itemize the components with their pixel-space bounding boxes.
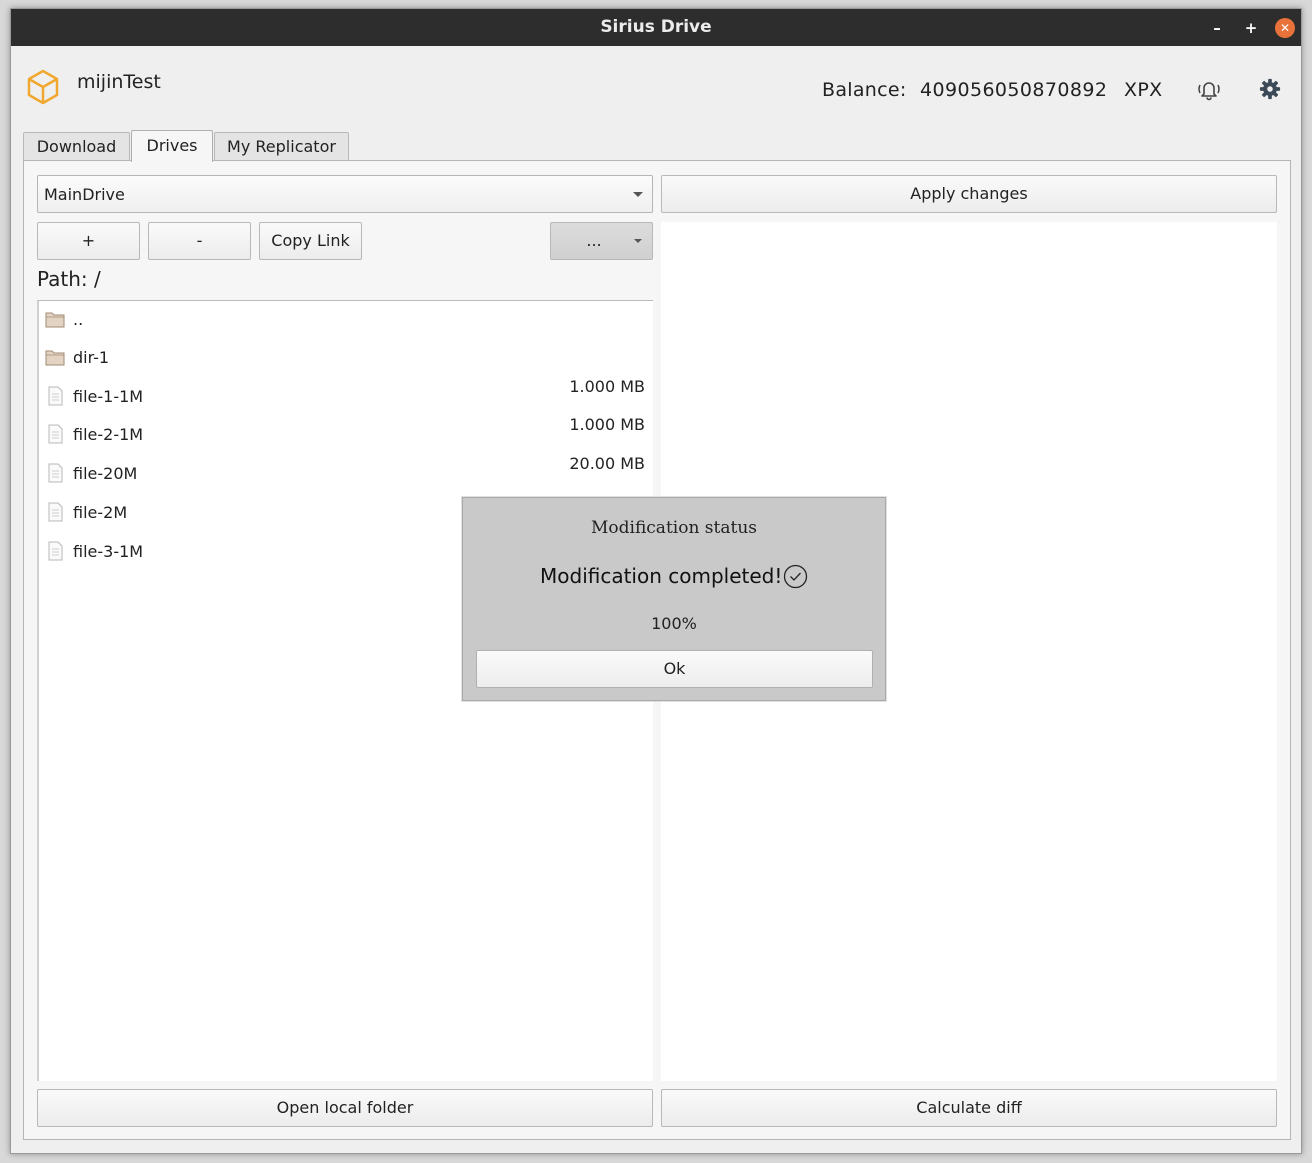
folder-icon — [45, 312, 65, 328]
file-name: dir-1 — [73, 348, 110, 367]
chevron-down-icon — [633, 192, 643, 197]
tab-my-replicator[interactable]: My Replicator — [214, 132, 349, 161]
list-item[interactable]: .. — [39, 301, 651, 339]
tab-download[interactable]: Download — [23, 132, 130, 161]
list-item[interactable]: file-20M 20.00 MB — [39, 454, 651, 493]
modification-status-dialog: Modification status Modification complet… — [462, 497, 886, 701]
balance-label: Balance: — [822, 79, 907, 101]
window-title: Sirius Drive — [600, 17, 712, 37]
balance-value: 409056050870892 — [920, 79, 1108, 101]
cube-icon — [27, 69, 59, 105]
apply-changes-button[interactable]: Apply changes — [661, 175, 1277, 213]
more-options-button[interactable]: ... — [550, 222, 653, 260]
check-circle-icon — [783, 564, 808, 589]
file-name: file-20M — [73, 464, 138, 483]
file-name: .. — [73, 310, 84, 329]
minimize-button[interactable]: – — [1207, 18, 1227, 38]
drive-selector-value: MainDrive — [44, 185, 125, 204]
file-name: file-2M — [73, 503, 128, 522]
file-name: file-2-1M — [73, 425, 144, 444]
file-name: file-1-1M — [73, 387, 144, 406]
balance-currency: XPX — [1124, 79, 1163, 101]
file-size: 1.000 MB — [569, 377, 645, 396]
list-item[interactable]: file-1-1M 1.000 MB — [39, 377, 651, 416]
path-label: Path: / — [37, 267, 101, 291]
dialog-message: Modification completed! — [540, 564, 783, 588]
maximize-button[interactable]: + — [1241, 18, 1261, 38]
file-name: file-3-1M — [73, 542, 144, 561]
add-button[interactable]: + — [37, 222, 140, 260]
file-icon — [48, 424, 63, 444]
copy-link-button[interactable]: Copy Link — [259, 222, 362, 260]
dialog-title: Modification status — [590, 518, 757, 538]
bell-icon[interactable] — [1197, 79, 1221, 101]
file-icon — [48, 541, 63, 561]
file-size: 1.000 MB — [569, 415, 645, 434]
calculate-diff-button[interactable]: Calculate diff — [661, 1089, 1277, 1127]
more-options-label: ... — [586, 231, 602, 250]
folder-icon — [45, 350, 65, 366]
drive-selector[interactable]: MainDrive — [37, 175, 653, 213]
list-item[interactable]: file-2-1M 1.000 MB — [39, 415, 651, 454]
list-item[interactable]: dir-1 — [39, 339, 651, 377]
account-name: mijinTest — [77, 71, 161, 93]
gear-icon[interactable] — [1259, 78, 1281, 100]
chevron-down-icon — [634, 239, 642, 243]
title-bar: Sirius Drive – + ✕ — [11, 9, 1301, 46]
tab-drives[interactable]: Drives — [131, 130, 213, 162]
close-button[interactable]: ✕ — [1275, 18, 1295, 38]
remove-button[interactable]: - — [148, 222, 251, 260]
file-size: 20.00 MB — [569, 454, 645, 473]
ok-button[interactable]: Ok — [476, 650, 873, 688]
file-icon — [48, 502, 63, 522]
file-icon — [48, 386, 63, 406]
file-icon — [48, 463, 63, 483]
open-local-folder-button[interactable]: Open local folder — [37, 1089, 653, 1127]
progress-text: 100% — [651, 614, 697, 633]
